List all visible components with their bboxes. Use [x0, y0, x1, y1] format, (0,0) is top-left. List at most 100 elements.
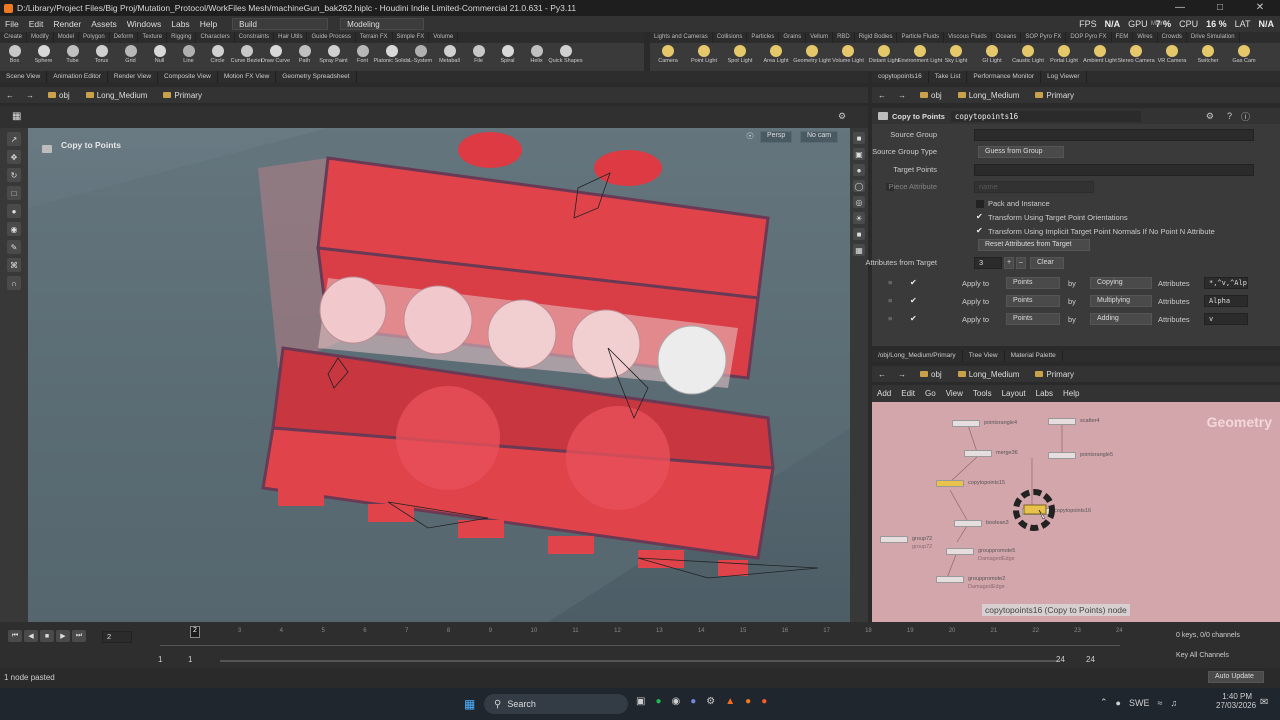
- shelf-tool-vr-camera[interactable]: VR Camera: [1154, 43, 1190, 71]
- attrs-count-field[interactable]: 3: [974, 257, 1002, 269]
- magnet-icon[interactable]: ∩: [7, 276, 21, 290]
- network-node-group72[interactable]: [880, 536, 908, 543]
- info-icon[interactable]: ⓘ: [1241, 110, 1250, 123]
- pane-tab-animation-editor[interactable]: Animation Editor: [47, 71, 108, 83]
- camera-dropdown[interactable]: No cam: [800, 131, 839, 143]
- shelf-tab-viscous-fluids[interactable]: Viscous Fluids: [944, 32, 992, 43]
- lock-icon[interactable]: ●: [853, 164, 865, 176]
- clear-button[interactable]: Clear: [1030, 257, 1064, 269]
- shelf-tool-spot-light[interactable]: Spot Light: [722, 43, 758, 71]
- shelf-tab-lights-and-cameras[interactable]: Lights and Cameras: [650, 32, 713, 43]
- mic-icon[interactable]: ●: [1116, 698, 1121, 708]
- network-node-pointsrangle4[interactable]: [952, 420, 980, 427]
- brave-icon[interactable]: ▲: [725, 696, 735, 707]
- move-tool-icon[interactable]: ✥: [7, 150, 21, 164]
- range-end-field[interactable]: 24: [1056, 655, 1065, 664]
- attribute-row-enable[interactable]: ✔: [910, 279, 918, 287]
- pane-tab-scene-view[interactable]: Scene View: [0, 71, 48, 83]
- jump-end-icon[interactable]: ⏭: [72, 630, 86, 642]
- network-tab-material-palette[interactable]: Material Palette: [1005, 350, 1063, 362]
- attributes-field[interactable]: *,^v,^Alp: [1204, 277, 1248, 289]
- playhead[interactable]: 2: [190, 626, 200, 638]
- menu-render[interactable]: Render: [48, 19, 86, 29]
- menu-assets[interactable]: Assets: [86, 19, 122, 29]
- shelf-tab-rigging[interactable]: Rigging: [167, 32, 197, 43]
- pane-tab-copytopoints16[interactable]: copytopoints16: [872, 71, 929, 83]
- node-name-field[interactable]: copytopoints16: [950, 110, 1141, 122]
- shelf-tool-helix[interactable]: Helix: [522, 43, 551, 71]
- shelf-tool-box[interactable]: Box: [0, 43, 29, 71]
- shelf-tool-l-system[interactable]: L-System: [406, 43, 435, 71]
- wireframe-icon[interactable]: ▣: [853, 148, 865, 160]
- context-dropdown[interactable]: Modeling: [340, 18, 425, 30]
- spotify-icon[interactable]: ●: [655, 696, 661, 707]
- back-arrow-icon[interactable]: ←: [872, 370, 892, 379]
- houdini-app-icon[interactable]: ●: [761, 696, 767, 707]
- target-points-field[interactable]: [974, 164, 1254, 176]
- shelf-tool-geometry-light[interactable]: Geometry Light: [793, 43, 831, 71]
- auto-update-button[interactable]: Auto Update: [1208, 671, 1264, 683]
- menu-edit[interactable]: Edit: [24, 19, 49, 29]
- shelf-tool-path[interactable]: Path: [290, 43, 319, 71]
- shelf-tool-font[interactable]: Font: [348, 43, 377, 71]
- transform-normals-checkbox[interactable]: ✔: [976, 227, 984, 235]
- network-menu-help[interactable]: Help: [1058, 389, 1084, 398]
- shelf-tab-oceans[interactable]: Oceans: [992, 32, 1022, 43]
- shelf-tool-distant-light[interactable]: Distant Light: [866, 43, 902, 71]
- shelf-tab-dop-pyro-fx[interactable]: DOP Pyro FX: [1066, 32, 1112, 43]
- attributes-field[interactable]: Alpha: [1204, 295, 1248, 307]
- network-editor[interactable]: Geometry pointsrangle4 scatter4 merge36 poi…: [872, 402, 1280, 622]
- shelf-tab-modify[interactable]: Modify: [27, 32, 54, 43]
- shelf-tab-terrain-fx[interactable]: Terrain FX: [356, 32, 393, 43]
- path-obj[interactable]: obj: [912, 91, 950, 100]
- shelf-tool-torus[interactable]: Torus: [87, 43, 116, 71]
- shelf-tab-deform[interactable]: Deform: [110, 32, 139, 43]
- add-button[interactable]: +: [1004, 257, 1014, 269]
- path-primary[interactable]: Primary: [155, 91, 210, 100]
- shading-icon[interactable]: ◎: [853, 196, 865, 208]
- play-icon[interactable]: ▶: [56, 630, 70, 642]
- path-obj[interactable]: obj: [912, 370, 950, 379]
- houdini-icon[interactable]: ●: [745, 696, 751, 707]
- shelf-tool-null[interactable]: Null: [145, 43, 174, 71]
- shelf-tab-guide-process[interactable]: Guide Process: [307, 32, 356, 43]
- pane-tab-take-list[interactable]: Take List: [929, 71, 968, 83]
- shelf-tab-rigid-bodies[interactable]: Rigid Bodies: [855, 32, 898, 43]
- shelf-tool-spray-paint[interactable]: Spray Paint: [319, 43, 348, 71]
- network-node-grouppromote2[interactable]: [936, 576, 964, 583]
- shelf-tool-environment-light[interactable]: Environment Light: [898, 43, 942, 71]
- path-long-medium[interactable]: Long_Medium: [950, 370, 1028, 379]
- settings-icon[interactable]: ⚙: [706, 696, 715, 707]
- shelf-tab-polygon[interactable]: Polygon: [79, 32, 110, 43]
- search-box[interactable]: ⚲ Search: [484, 694, 628, 714]
- desktop-dropdown[interactable]: Build: [232, 18, 329, 30]
- timeline-ruler[interactable]: 23456789101112131415161718192021222324 2: [160, 626, 1123, 646]
- drag-handle-icon[interactable]: ≡: [888, 296, 892, 305]
- shelf-tab-hair-utils[interactable]: Hair Utils: [274, 32, 308, 43]
- chevron-up-icon[interactable]: ⌃: [1100, 697, 1108, 708]
- key-all-channels[interactable]: Key All Channels: [1176, 652, 1229, 659]
- grid-icon[interactable]: ▦: [12, 111, 21, 122]
- network-node-scatter4[interactable]: [1048, 418, 1076, 425]
- shelf-tool-circle[interactable]: Circle: [203, 43, 232, 71]
- reset-attributes-button[interactable]: Reset Attributes from Target: [978, 239, 1090, 251]
- network-tab-tree-view[interactable]: Tree View: [963, 350, 1005, 362]
- shelf-tool-stereo-camera[interactable]: Stereo Camera: [1117, 43, 1155, 71]
- gear-icon[interactable]: ⚙: [1206, 111, 1214, 122]
- menu-windows[interactable]: Windows: [122, 19, 166, 29]
- shelf-tool-volume-light[interactable]: Volume Light: [830, 43, 866, 71]
- apply-target-dropdown[interactable]: Points: [1006, 295, 1060, 307]
- pane-tab-geometry-spreadsheet[interactable]: Geometry Spreadsheet: [276, 71, 357, 83]
- transform-orient-checkbox[interactable]: ✔: [976, 213, 984, 221]
- pane-tab-performance-monitor[interactable]: Performance Monitor: [967, 71, 1042, 83]
- rotate-tool-icon[interactable]: ↻: [7, 168, 21, 182]
- lang-indicator[interactable]: SWE: [1129, 698, 1150, 708]
- scene-viewport[interactable]: Copy to Points ☉ Persp No cam: [28, 128, 850, 622]
- menu-file[interactable]: File: [0, 19, 24, 29]
- network-tab-obj-long-medium-primary[interactable]: /obj/Long_Medium/Primary: [872, 350, 963, 362]
- shelf-tool-platonic-solids[interactable]: Platonic Solids: [373, 43, 410, 71]
- help-icon[interactable]: ?: [1227, 111, 1232, 121]
- lighting-icon[interactable]: ☀: [853, 212, 865, 224]
- shelf-tool-draw-curve[interactable]: Draw Curve: [261, 43, 290, 71]
- shelf-tool-point-light[interactable]: Point Light: [686, 43, 722, 71]
